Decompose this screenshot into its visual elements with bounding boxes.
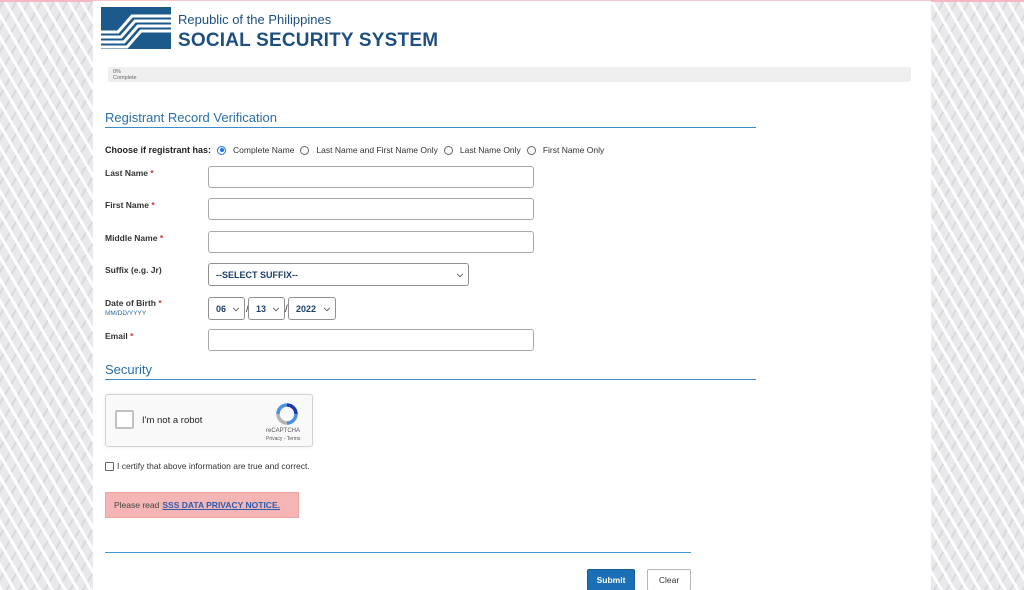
recaptcha-links[interactable]: Privacy - Terms (266, 436, 300, 442)
last-name-label: Last Name * (105, 168, 154, 178)
radio-complete-name[interactable]: Complete Name (217, 145, 294, 155)
dob-month-value: 06 (216, 303, 227, 314)
agency-title: SOCIAL SECURITY SYSTEM (178, 30, 439, 51)
first-name-label-text: First Name (105, 200, 149, 210)
required-marker: * (150, 168, 154, 178)
chevron-down-icon: ⌵ (272, 304, 279, 313)
clear-button[interactable]: Clear (647, 569, 691, 590)
dob-format-hint: MM/DD/YYYY (105, 310, 147, 317)
republic-label: Republic of the Philippines (178, 12, 332, 27)
certify-row: I certify that above information are tru… (105, 461, 310, 471)
required-marker: * (158, 298, 162, 308)
radio-icon[interactable] (443, 145, 453, 155)
radio-icon[interactable] (526, 145, 536, 155)
progress-bar: 0% Complete (108, 67, 911, 82)
recaptcha-brand: reCAPTCHA (266, 428, 301, 434)
recaptcha-icon (276, 403, 298, 430)
dob-year-select[interactable]: 2022 ⌵ (288, 297, 336, 320)
radio-label: First Name Only (542, 145, 605, 155)
suffix-label: Suffix (e.g. Jr) (105, 265, 162, 275)
dob-month-select[interactable]: 06 ⌵ (208, 297, 245, 320)
email-label-text: Email (105, 331, 128, 341)
dob-day-value: 13 (256, 303, 267, 314)
middle-name-label-text: Middle Name (105, 233, 158, 243)
privacy-notice-banner: Please read SSS DATA PRIVACY NOTICE. (105, 492, 299, 518)
recaptcha-label: I'm not a robot (142, 415, 203, 426)
progress-label: 0% Complete (113, 69, 137, 81)
dob-label-text: Date of Birth (105, 298, 156, 308)
chevron-down-icon: ⌵ (323, 304, 330, 313)
radio-last-name-only[interactable]: Last Name Only (443, 145, 521, 155)
section-title-verification: Registrant Record Verification (105, 110, 756, 128)
last-name-input[interactable] (208, 166, 534, 188)
radio-label: Last Name and First Name Only (316, 145, 438, 155)
recaptcha-checkbox[interactable] (115, 410, 134, 429)
certify-text: I certify that above information are tru… (117, 461, 310, 471)
sss-logo (101, 7, 171, 49)
suffix-selected: --SELECT SUFFIX-- (216, 269, 298, 280)
dob-year-value: 2022 (296, 303, 317, 314)
chevron-down-icon: ⌵ (232, 304, 239, 313)
first-name-input[interactable] (208, 198, 534, 220)
middle-name-label: Middle Name * (105, 233, 163, 243)
dob-day-select[interactable]: 13 ⌵ (248, 297, 285, 320)
dob-label: Date of Birth * (105, 298, 162, 308)
privacy-notice-prefix: Please read (114, 500, 160, 510)
radio-last-first-name[interactable]: Last Name and First Name Only (300, 145, 438, 155)
privacy-notice-link[interactable]: SSS DATA PRIVACY NOTICE. (162, 500, 280, 510)
progress-complete: Complete (113, 75, 137, 81)
last-name-label-text: Last Name (105, 168, 148, 178)
registrant-choice-label: Choose if registrant has: (105, 145, 212, 155)
suffix-select[interactable]: --SELECT SUFFIX-- ⌵ (208, 263, 469, 286)
email-label: Email * (105, 331, 133, 341)
first-name-label: First Name * (105, 200, 155, 210)
required-marker: * (159, 233, 164, 243)
email-input[interactable] (208, 329, 534, 351)
chevron-down-icon: ⌵ (456, 270, 463, 279)
required-marker: * (151, 200, 155, 210)
certify-checkbox[interactable] (105, 461, 114, 471)
form-divider (105, 552, 691, 553)
radio-icon[interactable] (217, 145, 227, 155)
recaptcha-widget: I'm not a robot reCAPTCHA Privacy - Term… (105, 394, 313, 447)
middle-name-input[interactable] (208, 231, 534, 253)
submit-button[interactable]: Submit (587, 569, 635, 590)
page-container: Republic of the Philippines SOCIAL SECUR… (93, 0, 931, 590)
registrant-choice-group: Choose if registrant has: Complete Name … (105, 145, 610, 155)
radio-first-name-only[interactable]: First Name Only (526, 145, 605, 155)
site-header: Republic of the Philippines SOCIAL SECUR… (93, 0, 931, 67)
radio-label: Complete Name (233, 145, 295, 155)
radio-label: Last Name Only (459, 145, 521, 155)
required-marker: * (130, 331, 134, 341)
radio-icon[interactable] (300, 145, 310, 155)
section-title-security: Security (105, 362, 756, 380)
